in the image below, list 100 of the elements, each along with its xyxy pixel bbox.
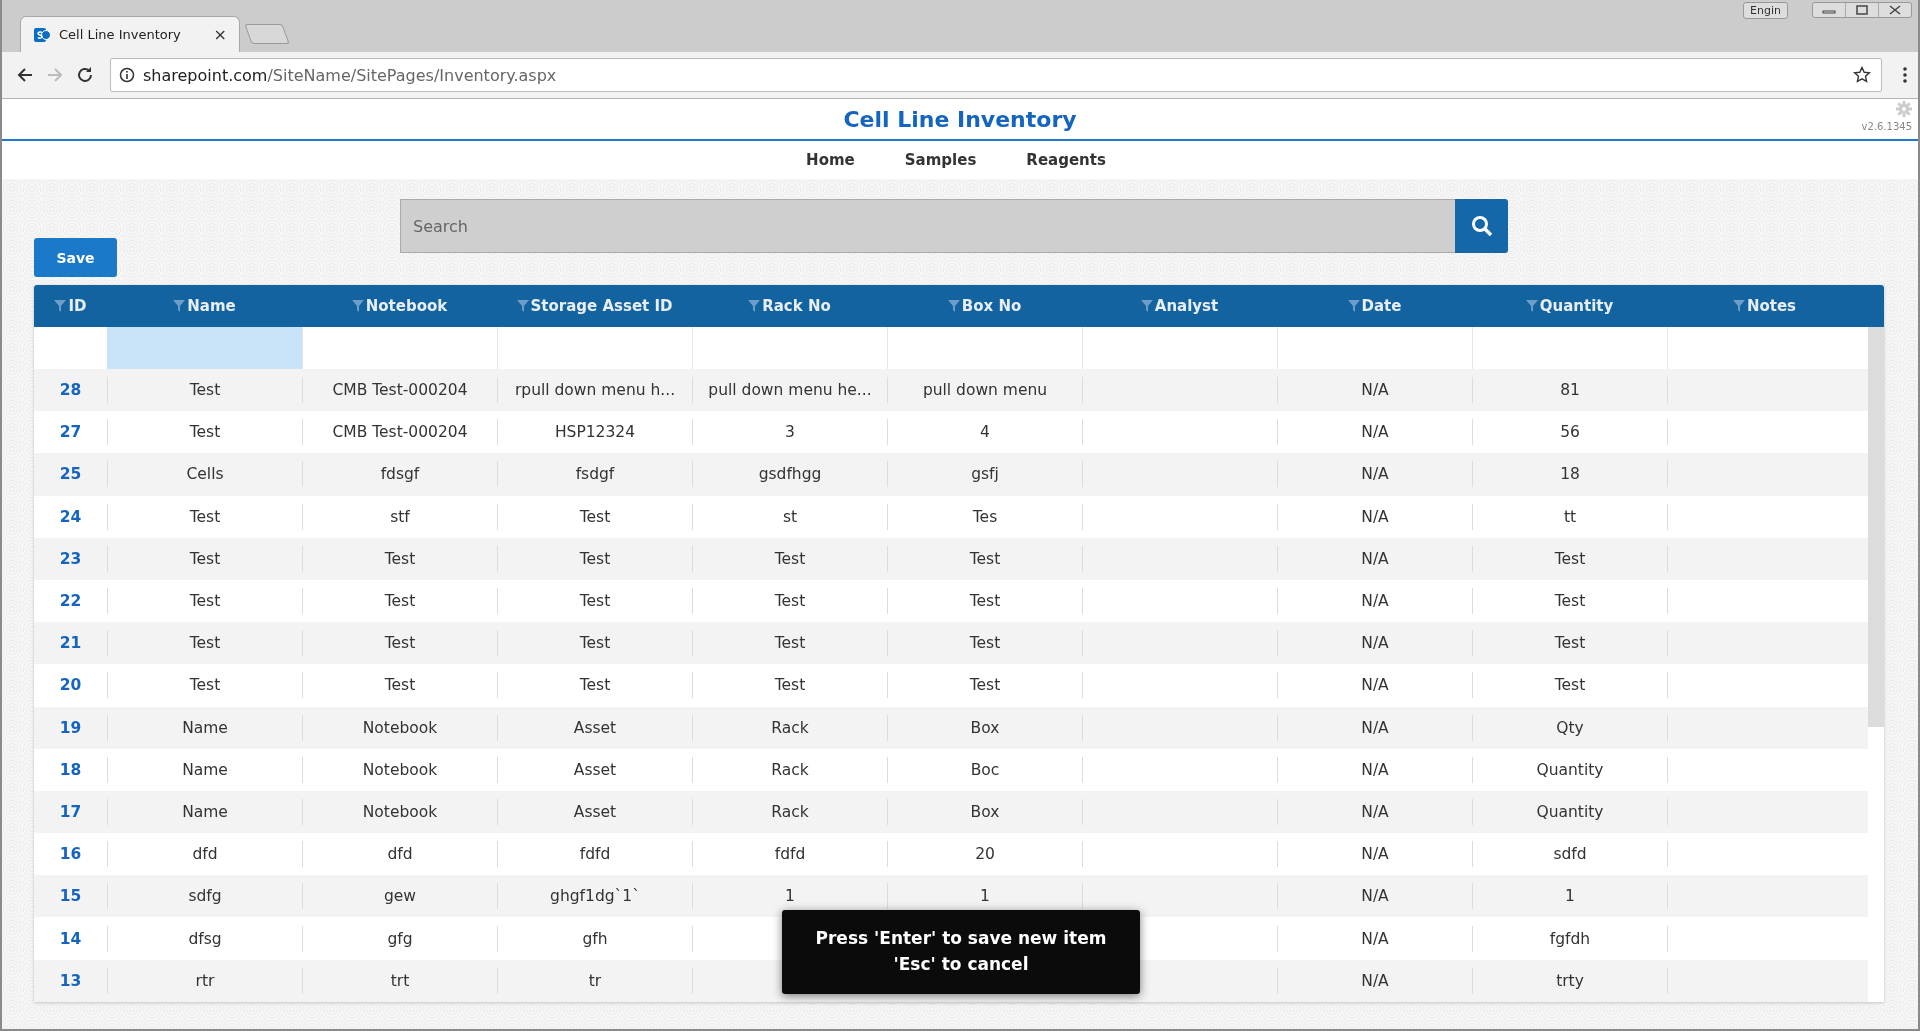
table-cell: Test bbox=[1554, 592, 1586, 611]
scrollbar[interactable] bbox=[1868, 327, 1884, 727]
filter-icon[interactable] bbox=[1140, 300, 1153, 312]
column-header[interactable]: Notebook bbox=[302, 285, 497, 327]
row-id-link[interactable]: 22 bbox=[59, 592, 82, 611]
new-tab-button[interactable] bbox=[244, 24, 290, 44]
settings-icon[interactable] bbox=[1896, 101, 1912, 117]
table-cell: Name bbox=[182, 718, 228, 737]
forward-icon[interactable] bbox=[46, 66, 64, 84]
table-cell: N/A bbox=[1361, 760, 1389, 779]
row-id-link[interactable]: 18 bbox=[59, 760, 82, 779]
table-cell: sdfg bbox=[188, 887, 222, 906]
table-cell: N/A bbox=[1361, 634, 1389, 653]
table-cell: gfg bbox=[387, 929, 413, 948]
table-cell: Test bbox=[384, 634, 416, 653]
filter-icon[interactable] bbox=[173, 300, 186, 312]
nav-link[interactable]: Samples bbox=[904, 151, 985, 169]
filter-icon[interactable] bbox=[748, 300, 761, 312]
table-cell: N/A bbox=[1361, 718, 1389, 737]
table-cell: ghgf1dg`1` bbox=[550, 887, 640, 906]
star-icon[interactable] bbox=[1853, 66, 1871, 84]
table-cell: trt bbox=[390, 971, 410, 990]
table-cell: Test bbox=[774, 634, 806, 653]
row-id-link[interactable]: 13 bbox=[59, 971, 82, 990]
browser-tab[interactable]: Cell Line Inventory × bbox=[20, 16, 240, 52]
table-cell: Test bbox=[1554, 676, 1586, 695]
column-header[interactable]: Date bbox=[1277, 285, 1472, 327]
row-id-link[interactable]: 27 bbox=[59, 423, 82, 442]
row-id-link[interactable]: 15 bbox=[59, 887, 82, 906]
column-header[interactable]: Quantity bbox=[1472, 285, 1667, 327]
nav-link[interactable]: Home bbox=[806, 151, 863, 169]
more-menu-icon[interactable] bbox=[1902, 66, 1908, 84]
app-title: Cell Line Inventory bbox=[843, 106, 1077, 132]
table-cell: Quantity bbox=[1536, 802, 1604, 821]
back-icon[interactable] bbox=[16, 66, 34, 84]
row-id-link[interactable]: 14 bbox=[59, 929, 82, 948]
table-cell: Test bbox=[189, 381, 221, 400]
close-tab-button[interactable]: × bbox=[213, 25, 227, 44]
filter-icon[interactable] bbox=[947, 300, 960, 312]
filter-icon[interactable] bbox=[1347, 300, 1360, 312]
table-cell: CMB Test-000204 bbox=[332, 381, 468, 400]
filter-icon[interactable] bbox=[54, 300, 67, 312]
table-cell: tt bbox=[1563, 507, 1577, 526]
filter-icon[interactable] bbox=[351, 300, 364, 312]
filter-icon[interactable] bbox=[1525, 300, 1538, 312]
column-label: Analyst bbox=[1154, 297, 1219, 315]
row-id-link[interactable]: 21 bbox=[59, 634, 82, 653]
table-cell: N/A bbox=[1361, 887, 1389, 906]
row-id-link[interactable]: 19 bbox=[59, 718, 82, 737]
table-cell: 1 bbox=[1565, 887, 1575, 906]
row-id-link[interactable]: 24 bbox=[59, 507, 82, 526]
search-field[interactable]: Search bbox=[400, 199, 1455, 253]
table-cell: tr bbox=[588, 971, 602, 990]
new-item-cell[interactable] bbox=[107, 327, 302, 369]
save-button[interactable]: Save bbox=[34, 238, 117, 277]
table-cell: Test bbox=[1554, 634, 1586, 653]
column-header[interactable]: Analyst bbox=[1082, 285, 1277, 327]
table-cell: dfd bbox=[192, 845, 218, 864]
table-cell: Test bbox=[1554, 549, 1586, 568]
filter-icon[interactable] bbox=[1732, 300, 1745, 312]
table-cell: fdfd bbox=[579, 845, 611, 864]
column-header[interactable]: Notes bbox=[1667, 285, 1862, 327]
table-cell: pull down menu he... bbox=[708, 381, 872, 400]
site-logo-icon bbox=[33, 25, 51, 44]
column-label: Rack No bbox=[762, 297, 831, 315]
filter-icon[interactable] bbox=[516, 300, 529, 312]
table-cell: Box bbox=[970, 718, 1000, 737]
table-cell: N/A bbox=[1361, 507, 1389, 526]
search-button[interactable] bbox=[1455, 199, 1508, 253]
table-cell: Notebook bbox=[362, 802, 438, 821]
table-cell: gsfj bbox=[971, 465, 999, 484]
nav-link[interactable]: Reagents bbox=[1026, 151, 1114, 169]
tab-title: Cell Line Inventory bbox=[59, 27, 182, 42]
row-id-link[interactable]: 25 bbox=[59, 465, 82, 484]
table-cell: Box bbox=[970, 802, 1000, 821]
row-id-link[interactable]: 20 bbox=[59, 676, 82, 695]
column-header[interactable]: Rack No bbox=[692, 285, 887, 327]
table-cell: Test bbox=[969, 592, 1001, 611]
input-method-button[interactable]: Engin bbox=[1743, 2, 1788, 19]
reload-icon[interactable] bbox=[76, 66, 94, 84]
column-header[interactable]: ID bbox=[34, 285, 107, 327]
table-cell: 56 bbox=[1560, 423, 1580, 442]
row-id-link[interactable]: 23 bbox=[59, 549, 82, 568]
column-header[interactable]: Box No bbox=[887, 285, 1082, 327]
table-cell: Test bbox=[189, 507, 221, 526]
address-bar[interactable]: sharepoint.com/SiteName/SitePages/Inventory.aspx bbox=[110, 58, 1882, 92]
table-cell: Notebook bbox=[362, 718, 438, 737]
table-cell: st bbox=[782, 507, 798, 526]
row-id-link[interactable]: 28 bbox=[59, 381, 82, 400]
table-cell: Notebook bbox=[362, 760, 438, 779]
table-cell: Rack bbox=[771, 718, 809, 737]
row-id-link[interactable]: 17 bbox=[59, 802, 82, 821]
row-id-link[interactable]: 16 bbox=[59, 845, 82, 864]
column-header[interactable]: Storage Asset ID bbox=[497, 285, 692, 327]
table-cell: Test bbox=[969, 676, 1001, 695]
table-cell: dfd bbox=[387, 845, 413, 864]
column-header[interactable]: Name bbox=[107, 285, 302, 327]
hint-text: Press 'Enter' to save new item bbox=[815, 927, 1107, 951]
table-cell: rtr bbox=[195, 971, 215, 990]
table-cell: HSP12324 bbox=[554, 423, 636, 442]
